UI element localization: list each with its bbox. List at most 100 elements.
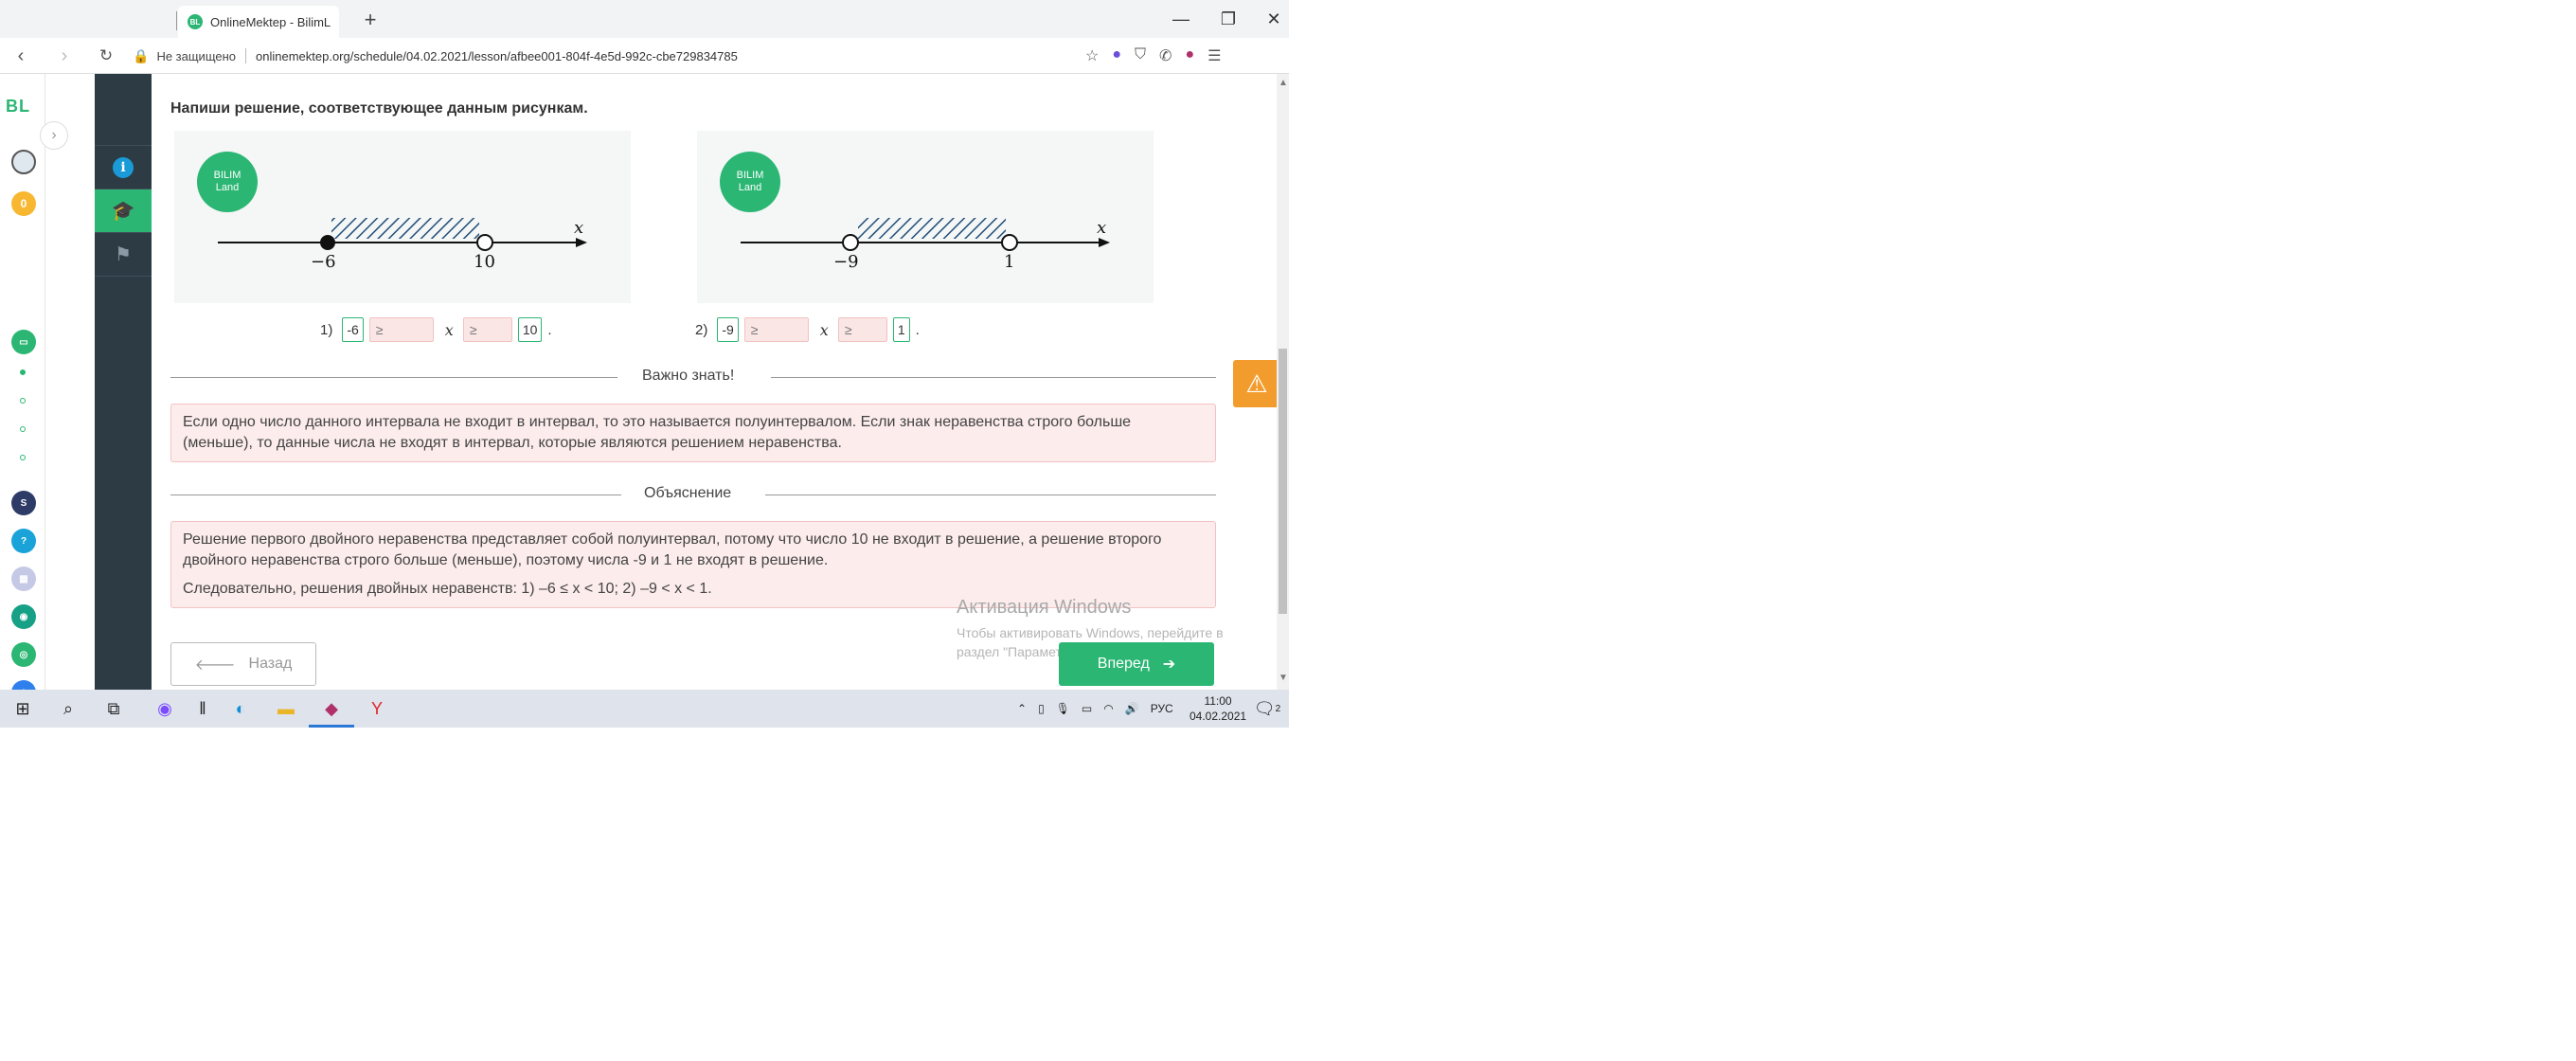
new-tab-button[interactable]: +: [358, 8, 383, 32]
profile-icon[interactable]: ●: [1185, 46, 1194, 65]
reload-icon[interactable]: ↻: [95, 45, 117, 67]
answer-number: 2): [695, 321, 708, 338]
folder-icon[interactable]: ▬: [273, 695, 299, 722]
menu-icon[interactable]: ☰: [1208, 46, 1221, 65]
system-tray: ⌃ ▯ 🎙 ▭ ◠ 🔊 РУС: [1017, 690, 1173, 728]
answer-right-value[interactable]: 1: [892, 317, 910, 342]
task-view-icon[interactable]: ⧉: [100, 695, 127, 722]
answer-end: .: [915, 321, 920, 338]
address-bar[interactable]: 🔒 Не защищено onlinemektep.org/schedule/…: [133, 43, 1118, 69]
open-point-left: [842, 234, 859, 251]
sidebar-item-lesson[interactable]: 🎓: [95, 189, 152, 233]
open-point-right: [1001, 234, 1018, 251]
library-icon[interactable]: ◉: [11, 604, 36, 629]
yandex-icon[interactable]: Y: [364, 695, 390, 722]
wifi-icon[interactable]: ◠: [1103, 702, 1113, 715]
clock[interactable]: 11:00 04.02.2021: [1190, 693, 1246, 724]
right-label: 1: [1004, 252, 1014, 272]
alice-icon[interactable]: ◉: [152, 695, 178, 722]
avatar[interactable]: [11, 150, 36, 174]
bilim-icon[interactable]: ◎: [11, 642, 36, 667]
important-divider: Важно знать!: [170, 368, 1216, 387]
closed-point: [320, 235, 335, 250]
explanation-text-1: Решение первого двойного неравенства пре…: [183, 531, 1162, 568]
tab-favicon-icon: BL: [188, 14, 203, 29]
sidebar-item-flag[interactable]: ⚑: [95, 233, 152, 277]
close-window-icon[interactable]: ✕: [1260, 6, 1288, 32]
answer-operator-1[interactable]: ≥: [743, 317, 809, 342]
step-dot-2[interactable]: [20, 398, 26, 404]
search-icon[interactable]: ⌕: [55, 695, 81, 722]
url-text: onlinemektep.org/schedule/04.02.2021/les…: [256, 48, 738, 63]
tray-device-icon[interactable]: ▯: [1038, 702, 1045, 715]
edge-icon[interactable]: ◐: [227, 695, 254, 722]
next-button[interactable]: Вперед ➔: [1059, 642, 1214, 686]
task-instruction: Напиши решение, соответствующее данным р…: [170, 100, 588, 117]
answer-operator-2[interactable]: ≥: [462, 317, 512, 342]
left-label: −6: [311, 252, 336, 272]
solution-hatch: [858, 218, 1006, 239]
explanation-note: Решение первого двойного неравенства пре…: [170, 521, 1216, 608]
answer-row-1: 1) -6 ≥ x ≥ 10 .: [320, 316, 552, 343]
answer-right-value[interactable]: 10: [517, 317, 543, 342]
active-app-indicator: [309, 725, 354, 728]
page-scrollbar[interactable]: ▲ ▼: [1277, 74, 1289, 690]
minimize-icon[interactable]: —: [1167, 6, 1195, 32]
help-icon[interactable]: ?: [11, 529, 36, 553]
pocket-icon[interactable]: ⛉: [1135, 46, 1146, 65]
step-dot-4[interactable]: [20, 455, 26, 460]
extension-icon[interactable]: ●: [1112, 46, 1121, 65]
restore-icon[interactable]: ❐: [1214, 6, 1243, 32]
answer-row-2: 2) -9 ≥ x ≥ 1 .: [695, 316, 920, 343]
whatsapp-icon[interactable]: ✆: [1159, 46, 1172, 65]
next-label: Вперед: [1097, 656, 1150, 672]
forward-icon[interactable]: ›: [53, 45, 76, 67]
back-button[interactable]: 🡐 Назад: [170, 642, 316, 686]
solution-hatch: [331, 218, 479, 239]
scroll-thumb[interactable]: [1279, 349, 1287, 614]
answer-left-value[interactable]: -9: [717, 317, 739, 342]
tab-title: OnlineMektep - BilimL: [210, 14, 331, 29]
axis-variable: x: [574, 218, 583, 238]
screen: BL OnlineMektep - BilimL + — ❐ ✕ ‹ › ↻ 🔒…: [0, 0, 1289, 728]
answer-operator-1[interactable]: ≥: [368, 317, 434, 342]
volume-icon[interactable]: 🔊: [1125, 702, 1139, 715]
browser-tab[interactable]: BL OnlineMektep - BilimL: [178, 6, 339, 38]
microphone-icon[interactable]: 🎙: [1056, 702, 1070, 715]
answer-operator-2[interactable]: ≥: [837, 317, 887, 342]
scroll-down-icon[interactable]: ▼: [1279, 673, 1288, 683]
lesson-sidebar: i 🎓 ⚑: [95, 74, 152, 690]
report-warning-button[interactable]: ⚠: [1233, 360, 1280, 407]
sidebar-item-info[interactable]: i: [95, 146, 152, 189]
answer-variable: x: [819, 320, 829, 339]
left-label: −9: [833, 252, 859, 272]
axis-arrow: [576, 238, 587, 247]
tray-chevron-icon[interactable]: ⌃: [1017, 702, 1027, 715]
battery-icon[interactable]: ▭: [1082, 702, 1092, 715]
keyboard-icon[interactable]: ▦: [11, 566, 36, 591]
sidebar-spacer: [95, 74, 152, 146]
language-indicator[interactable]: РУС: [1151, 702, 1173, 715]
explanation-title: Объяснение: [644, 485, 732, 501]
bilimland-logo[interactable]: BL: [6, 97, 30, 117]
app-left-strip: BL 0 ▭ S ? ▦ ◉ ◎ ◆: [0, 74, 45, 705]
expand-sidebar-icon[interactable]: ›: [40, 121, 68, 150]
lock-icon: 🔒: [133, 47, 150, 63]
info-icon: i: [113, 156, 134, 178]
step-dot-3[interactable]: [20, 426, 26, 432]
browser-icon[interactable]: ◆: [318, 695, 345, 722]
scroll-up-icon[interactable]: ▲: [1279, 78, 1288, 88]
notifications-icon[interactable]: 🗨 2: [1254, 695, 1280, 722]
arrow-right-icon: ➔: [1162, 656, 1176, 673]
smart-icon[interactable]: S: [11, 491, 36, 515]
windows-taskbar: ⊞ ⌕ ⧉ ◉ ‖ ◐ ▬ ◆ Y ⌃ ▯ 🎙 ▭ ◠ 🔊 РУС 11:00 …: [0, 690, 1289, 728]
back-icon[interactable]: ‹: [9, 45, 32, 67]
lesson-icon[interactable]: ▭: [11, 330, 36, 354]
notification-count: 2: [1275, 703, 1281, 714]
answer-left-value[interactable]: -6: [342, 317, 364, 342]
number-line-1: x −6 10: [218, 214, 587, 272]
windows-start-icon[interactable]: ⊞: [9, 695, 36, 722]
number-line-figure-1: BILIM Land x −6 10: [174, 131, 631, 303]
star-icon[interactable]: ☆: [1085, 46, 1099, 65]
step-dot-1[interactable]: [20, 369, 26, 375]
